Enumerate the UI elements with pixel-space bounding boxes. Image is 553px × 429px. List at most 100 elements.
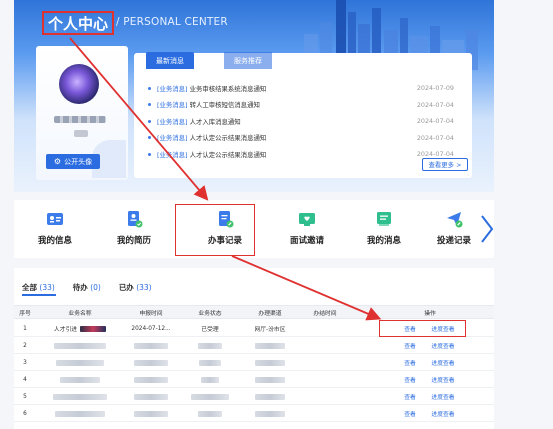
redacted-text [53,393,107,400]
page-title: 个人中心 [48,14,109,33]
notice-category: [业务消息] [157,84,188,93]
redacted-text [54,342,106,349]
tab-all[interactable]: 全部 (33) [22,282,55,293]
notice-item[interactable]: [业务消息] 人才认定公示结果消息通知 2024-07-04 [148,130,468,147]
tab-service-recommend[interactable]: 服务推荐 [224,52,272,69]
redacted-text [134,376,168,383]
notice-date: 2024-07-09 [416,84,454,93]
progress-link[interactable]: 进度查看 [424,388,462,405]
redacted-text [255,393,285,400]
resume-icon [128,211,143,228]
public-avatar-label: 公开头像 [64,157,93,166]
notice-category: [业务消息] [157,134,188,143]
redacted-cell [184,388,236,405]
delivery-icon [447,212,463,228]
table-row: 2 查看 进度查看 [14,337,494,354]
notice-item[interactable]: [业务消息] 转人工审核短信消息通知 2024-07-04 [148,97,468,114]
tab-pending[interactable]: 待办 (0) [73,282,101,293]
column-header: 业务状态 [198,311,222,317]
progress-link[interactable]: 进度查看 [424,354,462,371]
notice-tabs: 最新消息 服务推荐 [146,52,272,69]
redacted-cell [124,388,178,405]
row-index: 5 [23,393,27,400]
notice-date: 2024-07-04 [416,133,454,142]
business-name-cell: 人才引进 [44,320,116,337]
message-icon [377,212,391,226]
table-row: 6 查看 进度查看 [14,405,494,422]
redacted-text [80,325,107,332]
redacted-cell [44,354,116,371]
redacted-text [134,393,168,400]
active-tab-indicator [22,294,56,296]
tab-count: (0) [90,283,101,292]
redacted-text [134,342,168,349]
column-header: 申报时间 [139,311,163,317]
interview-icon [299,213,315,226]
column-header: 序号 [19,311,31,317]
avatar[interactable] [59,64,99,104]
notice-item[interactable]: [业务消息] 业务审核结果系统消息通知 2024-07-09 [148,80,468,97]
view-link[interactable]: 查看 [398,354,422,371]
table-row: 3 查看 进度查看 [14,354,494,371]
nav-my-info[interactable]: 我的信息 [20,200,90,258]
tab-count: (33) [39,283,55,292]
user-name-redacted [54,116,106,123]
redacted-cell [124,337,178,354]
row-index: 3 [23,359,27,366]
nav-my-messages[interactable]: 我的消息 [349,200,419,258]
redacted-cell [44,371,116,388]
view-more-button[interactable]: 查看更多 > [422,158,468,171]
progress-link[interactable]: 进度查看 [424,405,462,422]
chevron-right-icon[interactable] [479,214,495,244]
notice-list: [业务消息] 业务审核结果系统消息通知 2024-07-09 [业务消息] 转人… [148,80,468,163]
notice-item[interactable]: [业务消息] 人才入库消息通知 2024-07-04 [148,113,468,130]
user-info-redacted [74,130,88,137]
work-records-highlight [175,204,255,256]
redacted-cell [124,405,178,422]
view-link[interactable]: 查看 [398,371,422,388]
redacted-cell [242,405,298,422]
notice-text: 人才入库消息通知 [189,117,241,126]
column-header: 业务名称 [68,311,92,317]
apply-time: 2024-07-12... [131,325,171,332]
nav-my-resume[interactable]: 我的简历 [99,200,169,258]
page-subtitle: / PERSONAL CENTER [116,16,228,28]
redacted-cell [242,388,298,405]
column-header: 办结时间 [313,311,337,317]
notice-item[interactable]: [业务消息] 人才认定公示结果消息通知 2024-07-04 [148,146,468,163]
redacted-text [198,342,222,349]
notice-text: 人才认定公示结果消息通知 [189,150,267,159]
notice-category: [业务消息] [157,150,188,159]
redacted-text [55,410,105,417]
progress-link[interactable]: 进度查看 [424,371,462,388]
nav-interview-invites[interactable]: 面试邀请 [272,200,342,258]
view-link[interactable]: 查看 [398,405,422,422]
tab-label: 已办 [118,283,134,292]
redacted-cell [184,354,236,371]
redacted-cell [242,371,298,388]
notice-category: [业务消息] [157,117,188,126]
row-index: 4 [23,376,27,383]
redacted-cell [242,337,298,354]
row-index: 6 [23,410,27,417]
redacted-text [60,376,100,383]
public-avatar-button[interactable]: ⚙ 公开头像 [46,154,100,169]
gear-icon: ⚙ [53,157,62,166]
view-link[interactable]: 查看 [398,337,422,354]
redacted-text [134,410,168,417]
notice-category: [业务消息] [157,101,188,110]
view-link[interactable]: 查看 [398,388,422,405]
tab-done[interactable]: 已办 (33) [119,282,152,293]
bullet-icon [148,136,151,140]
notice-date: 2024-07-04 [416,100,454,109]
finish-time [300,320,350,337]
status-text: 已受理 [201,327,219,333]
bullet-icon [148,152,151,156]
redacted-cell [124,354,178,371]
tab-label: 全部 [22,283,37,292]
notice-text: 转人工审核短信消息通知 [189,101,260,110]
redacted-text [134,359,168,366]
tab-latest-news[interactable]: 最新消息 [146,52,194,69]
progress-link[interactable]: 进度查看 [424,337,462,354]
tab-count: (33) [136,283,152,292]
